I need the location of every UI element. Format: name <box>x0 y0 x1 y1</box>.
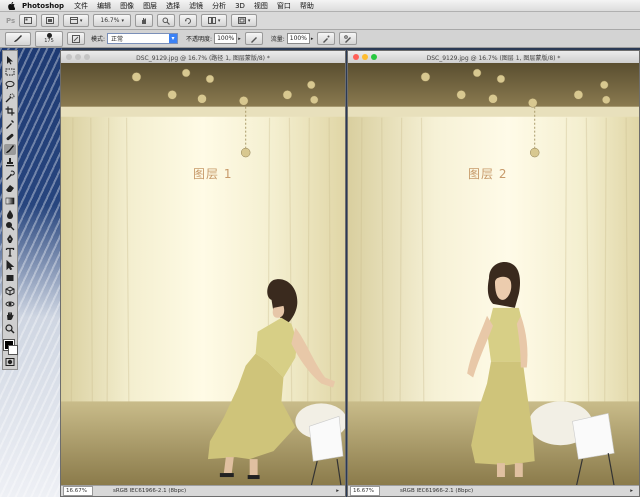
history-brush-icon[interactable] <box>4 170 16 181</box>
bridge-button[interactable] <box>19 14 38 27</box>
flow-label: 流量: <box>270 36 285 43</box>
3d-orbit-icon[interactable] <box>4 298 16 309</box>
blend-mode-value: 正常 <box>111 36 124 43</box>
pressure-opacity-button[interactable] <box>244 32 263 45</box>
pressure-size-button[interactable] <box>339 32 358 45</box>
photo <box>348 63 639 486</box>
shape-icon[interactable] <box>4 272 16 283</box>
pen-icon[interactable] <box>4 234 16 245</box>
color-profile-info[interactable]: sRGB IEC61966-2.1 (8bpc) <box>400 488 473 494</box>
tool-options-bar: 175 模式: 正常 ▾ 不透明度: 100% ▸ 流量: 100% ▸ <box>0 30 640 48</box>
zoom-percentage-field[interactable]: 16.67% <box>63 486 93 496</box>
zoom-percentage-field[interactable]: 16.67% <box>350 486 380 496</box>
crop-icon[interactable] <box>4 105 16 116</box>
layer-label: 图层 2 <box>468 167 508 181</box>
gradient-icon[interactable] <box>4 195 16 206</box>
rotate-view-button[interactable] <box>179 14 198 27</box>
status-menu-arrow-icon[interactable]: ▸ <box>336 488 339 494</box>
document-title: DSC_9129.jpg @ 16.7% (路径 1, 图层蒙版/8) * <box>136 54 270 62</box>
clone-stamp-icon[interactable] <box>4 157 16 168</box>
blend-mode-select[interactable]: 正常 ▾ <box>107 33 179 44</box>
brush-size-value: 175 <box>44 38 54 44</box>
mode-label: 模式: <box>91 36 106 43</box>
path-select-icon[interactable] <box>4 260 16 271</box>
hand-tool-button[interactable] <box>135 14 154 27</box>
blur-icon[interactable] <box>4 208 16 219</box>
menu-analysis[interactable]: 分析 <box>212 1 226 11</box>
arrange-documents-button[interactable]: ▾ <box>201 14 228 27</box>
opacity-field[interactable]: 100% <box>214 33 238 44</box>
chevron-down-icon: ▾ <box>169 34 178 43</box>
status-menu-arrow-icon[interactable]: ▸ <box>630 488 633 494</box>
photo <box>61 63 345 486</box>
menu-3d[interactable]: 3D <box>235 2 245 10</box>
document-window-left[interactable]: DSC_9129.jpg @ 16.7% (路径 1, 图层蒙版/8) * 图层… <box>60 50 346 497</box>
document-status-bar: 16.67% sRGB IEC61966-2.1 (8bpc) ▸ <box>61 485 345 496</box>
application-bar: Ps ▾ 16.7% ▾ ▾ ▾ <box>0 12 640 30</box>
menu-layer[interactable]: 图层 <box>143 1 157 11</box>
view-extras-button[interactable]: ▾ <box>63 14 90 27</box>
layer-label: 图层 1 <box>193 167 233 181</box>
opacity-label: 不透明度: <box>186 36 213 43</box>
image-canvas[interactable]: 图层 1 <box>61 63 345 486</box>
zoom-tool-button[interactable] <box>157 14 176 27</box>
menu-help[interactable]: 帮助 <box>300 1 314 11</box>
lasso-icon[interactable] <box>4 80 16 91</box>
image-canvas[interactable]: 图层 2 <box>348 63 639 486</box>
quick-select-icon[interactable] <box>4 93 16 104</box>
menu-window[interactable]: 窗口 <box>277 1 291 11</box>
menu-select[interactable]: 选择 <box>166 1 180 11</box>
3d-rotate-icon[interactable] <box>4 285 16 296</box>
document-status-bar: 16.67% sRGB IEC61966-2.1 (8bpc) ▸ <box>348 485 639 496</box>
screen-mode-button[interactable]: ▾ <box>231 14 258 27</box>
mini-bridge-button[interactable] <box>41 14 60 27</box>
color-swatches[interactable] <box>3 338 18 355</box>
document-window-right[interactable]: DSC_9129.jpg @ 16.7% (图层 1, 图层蒙版/8) * 图层… <box>347 50 640 497</box>
app-name[interactable]: Photoshop <box>22 2 64 10</box>
brush-panel-toggle[interactable] <box>67 32 85 45</box>
zoom-level-dropdown[interactable]: 16.7% ▾ <box>93 14 132 27</box>
hand-icon[interactable] <box>4 311 16 322</box>
move-icon[interactable] <box>4 54 16 65</box>
dodge-icon[interactable] <box>4 221 16 232</box>
zoom-level-value: 16.7% <box>100 17 120 24</box>
menu-bar: Photoshop 文件 编辑 图像 图层 选择 滤镜 分析 3D 视图 窗口 … <box>0 0 640 12</box>
marquee-icon[interactable] <box>4 67 16 78</box>
brush-icon[interactable] <box>4 143 16 155</box>
opacity-slider-arrow-icon[interactable]: ▸ <box>238 36 241 42</box>
flow-slider-arrow-icon[interactable]: ▸ <box>311 36 314 42</box>
tool-preset-picker[interactable] <box>5 31 31 46</box>
eyedropper-icon[interactable] <box>4 118 16 129</box>
quick-mask-icon[interactable] <box>4 356 16 367</box>
flow-field[interactable]: 100% <box>286 33 310 44</box>
tools-panel <box>2 50 18 370</box>
menu-view[interactable]: 视图 <box>254 1 268 11</box>
airbrush-button[interactable] <box>317 32 336 45</box>
background-color-swatch[interactable] <box>8 344 18 355</box>
document-title: DSC_9129.jpg @ 16.7% (图层 1, 图层蒙版/8) * <box>426 54 561 62</box>
healing-icon[interactable] <box>4 131 16 142</box>
ps-logo: Ps <box>6 16 16 25</box>
apple-icon[interactable] <box>7 1 16 10</box>
eraser-icon[interactable] <box>4 182 16 193</box>
color-profile-info[interactable]: sRGB IEC61966-2.1 (8bpc) <box>113 488 186 494</box>
brush-preset-picker[interactable]: 175 <box>35 30 63 47</box>
menu-filter[interactable]: 滤镜 <box>189 1 203 11</box>
menu-image[interactable]: 图像 <box>120 1 134 11</box>
type-icon[interactable] <box>4 247 16 258</box>
menu-edit[interactable]: 编辑 <box>97 1 111 11</box>
menu-file[interactable]: 文件 <box>74 1 88 11</box>
zoom-icon[interactable] <box>4 324 16 335</box>
